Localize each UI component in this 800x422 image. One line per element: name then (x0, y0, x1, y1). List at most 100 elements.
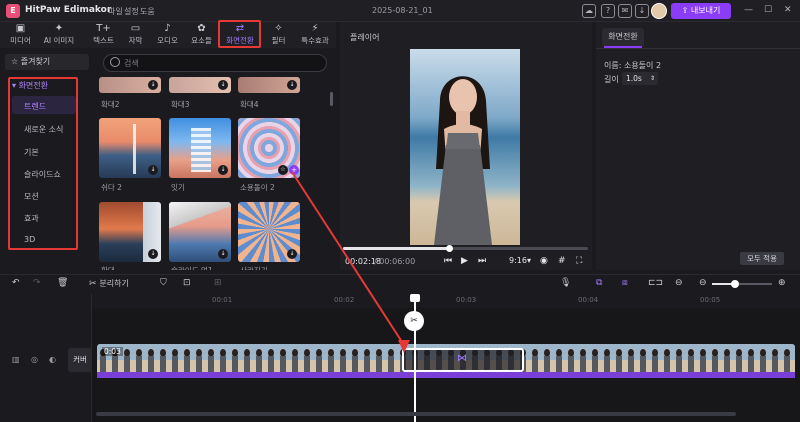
transition-thumb[interactable]: ↓ (169, 118, 231, 178)
search-icon (110, 57, 120, 67)
tab-transition-props[interactable]: 화면전환 (602, 28, 644, 46)
split-screen-icon[interactable]: ⊏⊐ (648, 278, 663, 288)
tab-text[interactable]: T+ 텍스트 (87, 22, 120, 48)
undo-icon[interactable]: ↶ (12, 278, 20, 288)
tab-effects[interactable]: ⚡ 특수효과 (296, 22, 334, 48)
transition-thumb-selected[interactable]: ☆ + (238, 118, 300, 178)
upload-icon: ⇪ (681, 6, 691, 15)
tab-subtitle[interactable]: ▭ 자막 (119, 22, 152, 48)
thumb-label: 확대 (101, 265, 115, 270)
zoom-out-icon[interactable]: ⊖ (699, 278, 707, 288)
chevron-down-icon: ▾ (526, 256, 531, 265)
message-icon[interactable]: ✉ (618, 4, 632, 18)
split-label: 분리하기 (99, 279, 129, 288)
download-icon[interactable]: ↓ (148, 165, 158, 175)
download-icon[interactable]: ↓ (287, 249, 297, 259)
cover-button[interactable]: 커버 (68, 348, 92, 372)
delete-icon[interactable]: 🗑 (57, 278, 68, 288)
playhead-handle[interactable] (410, 294, 420, 302)
thumb-label: 확대3 (171, 100, 190, 109)
link-icon[interactable]: ⧉ (596, 278, 602, 288)
tab-label: 미디어 (10, 36, 31, 45)
grid-icon[interactable]: # (558, 256, 566, 266)
download-icon[interactable]: ↓ (218, 80, 228, 90)
tab-label: 필터 (271, 36, 286, 45)
audio-icon[interactable]: ◐ (49, 355, 56, 364)
camera-icon[interactable]: ◉ (540, 256, 548, 266)
fullscreen-icon[interactable]: ⛶ (576, 256, 582, 266)
transition-thumb[interactable]: ↓ (238, 77, 300, 93)
video-preview[interactable] (410, 49, 520, 245)
filter-icon: ✧ (274, 23, 283, 34)
magnet-icon[interactable]: ⧈ (622, 278, 628, 288)
stitch-pattern (191, 128, 211, 172)
favorites-button[interactable]: ☆ 즐겨찾기 (5, 54, 89, 70)
add-icon[interactable]: + (289, 165, 299, 175)
tab-audio[interactable]: ♪ 오디오 (151, 22, 184, 48)
close-button[interactable]: ✕ (784, 5, 792, 15)
tab-ai-image[interactable]: ✦ AI 이미지 (41, 22, 77, 48)
download-icon[interactable]: ↓ (218, 249, 228, 259)
tab-media[interactable]: ▣ 미디어 (4, 22, 37, 48)
eye-icon[interactable]: ◎ (31, 355, 38, 364)
export-button[interactable]: ⇪ 내보내기 (671, 3, 731, 19)
thumb-label: 소용돌이 2 (240, 183, 275, 192)
subtitle-icon: ▭ (130, 23, 141, 34)
download-icon[interactable]: ↓ (148, 80, 158, 90)
duration-stepper[interactable]: 1.0s ⇕ (622, 72, 658, 85)
cloud-icon[interactable]: ☁ (582, 4, 596, 18)
download-icon[interactable]: ↓ (287, 80, 297, 90)
transition-thumb[interactable]: ↓ (238, 202, 300, 262)
fit-icon[interactable]: ⊖ (675, 278, 683, 288)
microphone-icon[interactable]: 🎙 (560, 278, 571, 288)
transition-thumb[interactable]: ↓ (99, 77, 161, 93)
highlight-box (8, 77, 78, 250)
download-icon[interactable]: ↓ (148, 249, 158, 259)
download-icon[interactable]: ↓ (218, 165, 228, 175)
timeline-ruler[interactable] (96, 294, 800, 308)
thumb-label: 슬라이드 업1 (171, 265, 213, 270)
progress-knob[interactable] (446, 245, 453, 252)
download-icon[interactable]: ↓ (635, 4, 649, 18)
text-box-icon[interactable]: ⊡ (183, 278, 191, 288)
apply-all-button[interactable]: 모두 적용 (740, 252, 784, 265)
ruler-tick: 00:03 (456, 296, 477, 304)
redo-icon[interactable]: ↷ (33, 278, 41, 288)
zoom-slider-knob[interactable] (731, 280, 739, 288)
menu-file[interactable]: 파일 (108, 6, 123, 17)
minimize-button[interactable]: — (744, 5, 753, 15)
play-icon[interactable]: ▶ (461, 256, 468, 266)
feedback-icon[interactable]: ? (601, 4, 615, 18)
menu-help[interactable]: 도움 (140, 6, 155, 17)
scissors-icon[interactable]: ✂ (404, 311, 424, 331)
aspect-ratio-select[interactable]: 9:16▾ (509, 256, 531, 265)
tab-filters[interactable]: ✧ 필터 (262, 22, 295, 48)
elements-icon: ✿ (197, 23, 206, 34)
favorites-label: 즐겨찾기 (20, 57, 51, 66)
thumb-label: 쉬다 2 (101, 183, 122, 192)
maximize-button[interactable]: ☐ (764, 5, 772, 15)
zoom-in-icon[interactable]: ⊕ (778, 278, 786, 288)
transition-thumb[interactable]: ↓ (99, 202, 161, 262)
menu-settings[interactable]: 설정 (124, 6, 139, 17)
shield-icon[interactable]: ⛉ (160, 278, 167, 288)
split-line (133, 124, 136, 174)
avatar[interactable] (651, 3, 667, 19)
transition-thumb[interactable]: ↓ (169, 202, 231, 262)
timeline-scrollbar[interactable] (96, 412, 736, 416)
split-button[interactable]: ✂ 분리하기 (89, 278, 129, 289)
grid-scrollbar[interactable] (330, 92, 333, 106)
next-frame-icon[interactable]: ⏭ (478, 256, 486, 266)
scissors-icon: ✂ (89, 279, 100, 289)
transition-thumb[interactable]: ↓ (99, 118, 161, 178)
transition-thumb[interactable]: ↓ (169, 77, 231, 93)
stepper-arrows-icon[interactable]: ⇕ (650, 72, 655, 85)
tab-elements[interactable]: ✿ 요소들 (185, 22, 218, 48)
star-icon[interactable]: ☆ (278, 165, 288, 175)
prev-frame-icon[interactable]: ⏮ (444, 256, 452, 266)
star-icon: ☆ (11, 57, 21, 66)
track-icon[interactable]: ▥ (12, 355, 20, 364)
thumb-label: 확대2 (101, 100, 120, 109)
aspect-ratio-value: 9:16 (509, 256, 527, 265)
crop-icon[interactable]: ⊞ (214, 278, 222, 288)
